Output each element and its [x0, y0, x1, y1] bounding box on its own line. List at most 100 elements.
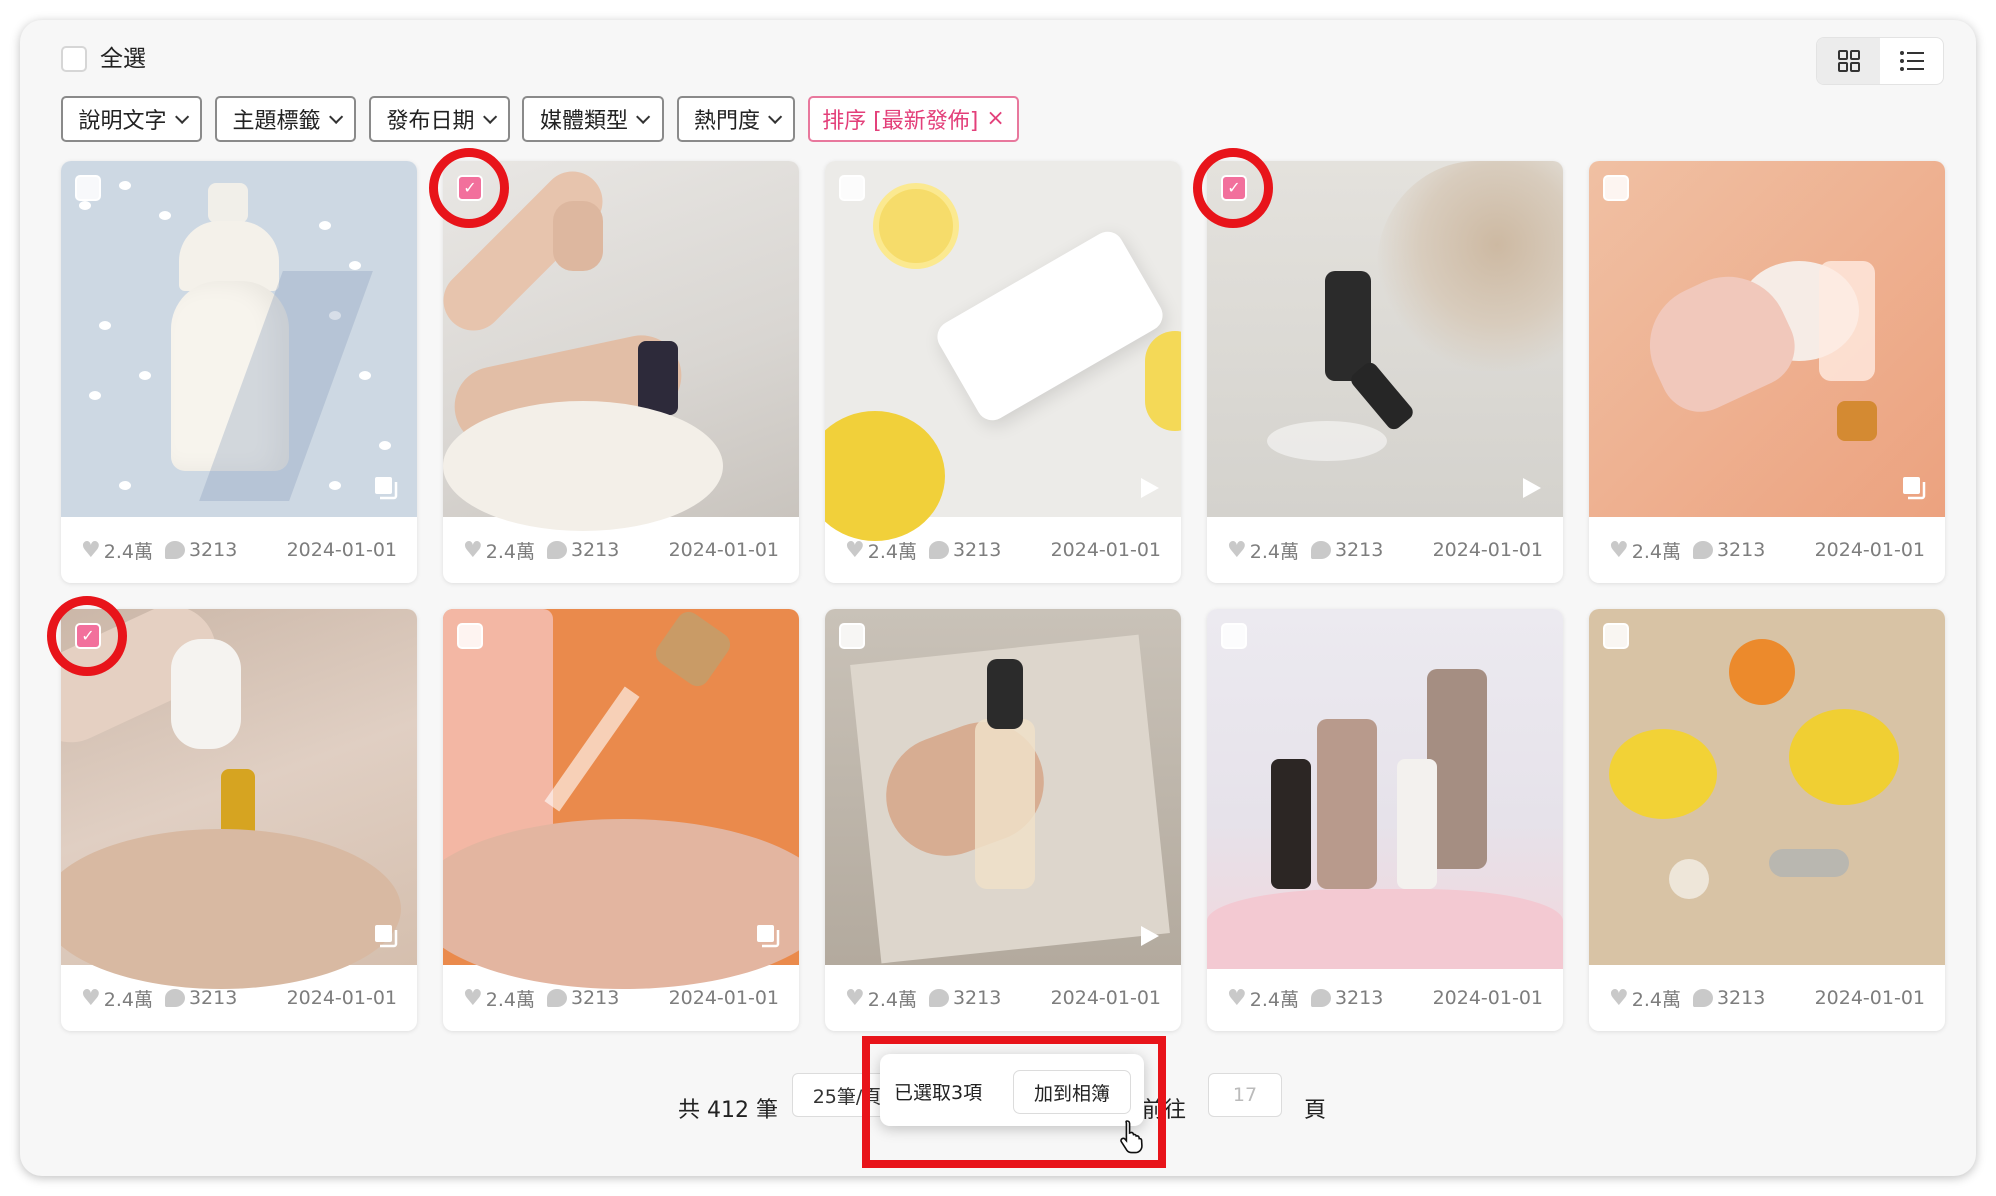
- comment-icon: [546, 541, 567, 559]
- heart-icon: ♥: [1227, 537, 1247, 563]
- comments-count: 3213: [1334, 539, 1384, 561]
- filter-hashtag[interactable]: 主題標籤: [215, 96, 356, 142]
- post-image: [443, 609, 799, 989]
- play-icon: [1135, 921, 1165, 951]
- post-select-checkbox[interactable]: [839, 623, 865, 649]
- post-date: 2024-01-01: [1814, 987, 1925, 1009]
- page-suffix: 頁: [1304, 1098, 1327, 1123]
- view-toggle: [1816, 37, 1944, 85]
- post-stats: ♥ 2.4萬 3213 2024-01-01: [443, 965, 799, 1031]
- likes-count: 2.4萬: [1631, 540, 1681, 563]
- comments-count: 3213: [1334, 987, 1384, 1009]
- post-select-checkbox[interactable]: [839, 175, 865, 201]
- post-image: [825, 161, 1181, 541]
- heart-icon: ♥: [463, 537, 483, 563]
- heart-icon: ♥: [1609, 985, 1629, 1011]
- post-tile[interactable]: ♥ 2.4萬 3213 2024-01-01: [1589, 609, 1945, 1031]
- likes-count: 2.4萬: [867, 988, 917, 1011]
- post-tile[interactable]: ♥ 2.4萬 3213 2024-01-01: [443, 609, 799, 1031]
- post-tile[interactable]: ♥ 2.4萬 3213 2024-01-01: [825, 609, 1181, 1031]
- likes-count: 2.4萬: [103, 540, 153, 563]
- post-select-checkbox[interactable]: [1603, 175, 1629, 201]
- post-date: 2024-01-01: [1432, 987, 1543, 1009]
- post-select-checkbox[interactable]: [75, 175, 101, 201]
- chevron-down-icon: [636, 109, 651, 124]
- filter-popularity[interactable]: 熱門度: [677, 96, 795, 142]
- post-stats: ♥ 2.4萬 3213 2024-01-01: [443, 517, 799, 583]
- post-tile[interactable]: ♥ 2.4萬 3213 2024-01-01: [1207, 609, 1563, 1031]
- heart-icon: ♥: [81, 537, 101, 563]
- post-tile[interactable]: ✓ ♥ 2.4萬 3213 2024-01-01: [1207, 161, 1563, 583]
- post-stats: ♥ 2.4萬 3213 2024-01-01: [1207, 517, 1563, 583]
- select-all-label: 全選: [100, 46, 146, 72]
- filter-media-type-label: 媒體類型: [539, 109, 628, 134]
- likes-count: 2.4萬: [1249, 988, 1299, 1011]
- sort-chip[interactable]: 排序 [最新發佈] ×: [808, 96, 1019, 142]
- list-view-button[interactable]: [1880, 38, 1943, 84]
- filter-caption[interactable]: 說明文字: [61, 96, 202, 142]
- post-stats: ♥ 2.4萬 3213 2024-01-01: [825, 965, 1181, 1031]
- album-icon: [1899, 473, 1929, 503]
- post-date: 2024-01-01: [668, 987, 779, 1009]
- post-select-checkbox[interactable]: [457, 623, 483, 649]
- likes-count: 2.4萬: [1249, 540, 1299, 563]
- heart-icon: ♥: [1609, 537, 1629, 563]
- highlight-circle: [47, 596, 127, 676]
- post-stats: ♥ 2.4萬 3213 2024-01-01: [61, 517, 417, 583]
- filter-publish-date[interactable]: 發布日期: [369, 96, 510, 142]
- post-select-checkbox[interactable]: [1221, 623, 1247, 649]
- chevron-down-icon: [174, 109, 189, 124]
- post-tile[interactable]: ♥ 2.4萬 3213 2024-01-01: [1589, 161, 1945, 583]
- chevron-down-icon: [482, 109, 497, 124]
- filter-media-type[interactable]: 媒體類型: [522, 96, 664, 142]
- post-date: 2024-01-01: [286, 539, 397, 561]
- album-icon: [371, 473, 401, 503]
- post-date: 2024-01-01: [1050, 539, 1161, 561]
- comments-count: 3213: [570, 539, 620, 561]
- grid-view-button[interactable]: [1817, 38, 1880, 84]
- post-tile[interactable]: ♥ 2.4萬 3213 2024-01-01: [61, 161, 417, 583]
- post-date: 2024-01-01: [1050, 987, 1161, 1009]
- album-icon: [753, 921, 783, 951]
- post-stats: ♥ 2.4萬 3213 2024-01-01: [1589, 517, 1945, 583]
- comment-icon: [1692, 541, 1713, 559]
- post-image: [1207, 609, 1563, 969]
- hand-cursor-icon: [1120, 1120, 1143, 1154]
- sort-chip-label: 排序 [最新發佈]: [822, 109, 979, 134]
- close-icon[interactable]: ×: [986, 108, 1004, 130]
- filter-publish-date-label: 發布日期: [386, 109, 475, 134]
- likes-count: 2.4萬: [867, 540, 917, 563]
- heart-icon: ♥: [463, 985, 483, 1011]
- post-stats: ♥ 2.4萬 3213 2024-01-01: [1207, 965, 1563, 1031]
- post-date: 2024-01-01: [668, 539, 779, 561]
- heart-icon: ♥: [845, 537, 865, 563]
- post-tile[interactable]: ♥ 2.4萬 3213 2024-01-01: [825, 161, 1181, 583]
- page-number-input[interactable]: 17: [1208, 1073, 1282, 1117]
- heart-icon: ♥: [81, 985, 101, 1011]
- post-stats: ♥ 2.4萬 3213 2024-01-01: [825, 517, 1181, 583]
- post-select-checkbox[interactable]: [1603, 623, 1629, 649]
- post-date: 2024-01-01: [1814, 539, 1925, 561]
- chevron-down-icon: [328, 109, 343, 124]
- post-stats: ♥ 2.4萬 3213 2024-01-01: [61, 965, 417, 1031]
- post-date: 2024-01-01: [286, 987, 397, 1009]
- likes-count: 2.4萬: [1631, 988, 1681, 1011]
- comments-count: 3213: [188, 987, 238, 1009]
- grid-icon: [1837, 50, 1860, 72]
- comment-icon: [928, 989, 949, 1007]
- likes-count: 2.4萬: [485, 988, 535, 1011]
- post-tile[interactable]: ✓ ♥ 2.4萬 3213 2024-01-01: [443, 161, 799, 583]
- album-icon: [371, 921, 401, 951]
- comments-count: 3213: [1716, 987, 1766, 1009]
- heart-icon: ♥: [1227, 985, 1247, 1011]
- filter-caption-label: 說明文字: [78, 109, 167, 134]
- likes-count: 2.4萬: [103, 988, 153, 1011]
- comment-icon: [1310, 989, 1331, 1007]
- likes-count: 2.4萬: [485, 540, 535, 563]
- comment-icon: [1692, 989, 1713, 1007]
- post-tile[interactable]: ✓ ♥ 2.4萬 3213 2024-01-01: [61, 609, 417, 1031]
- select-all-checkbox[interactable]: [61, 46, 87, 72]
- post-image: [1589, 609, 1945, 965]
- comment-icon: [1310, 541, 1331, 559]
- comments-count: 3213: [570, 987, 620, 1009]
